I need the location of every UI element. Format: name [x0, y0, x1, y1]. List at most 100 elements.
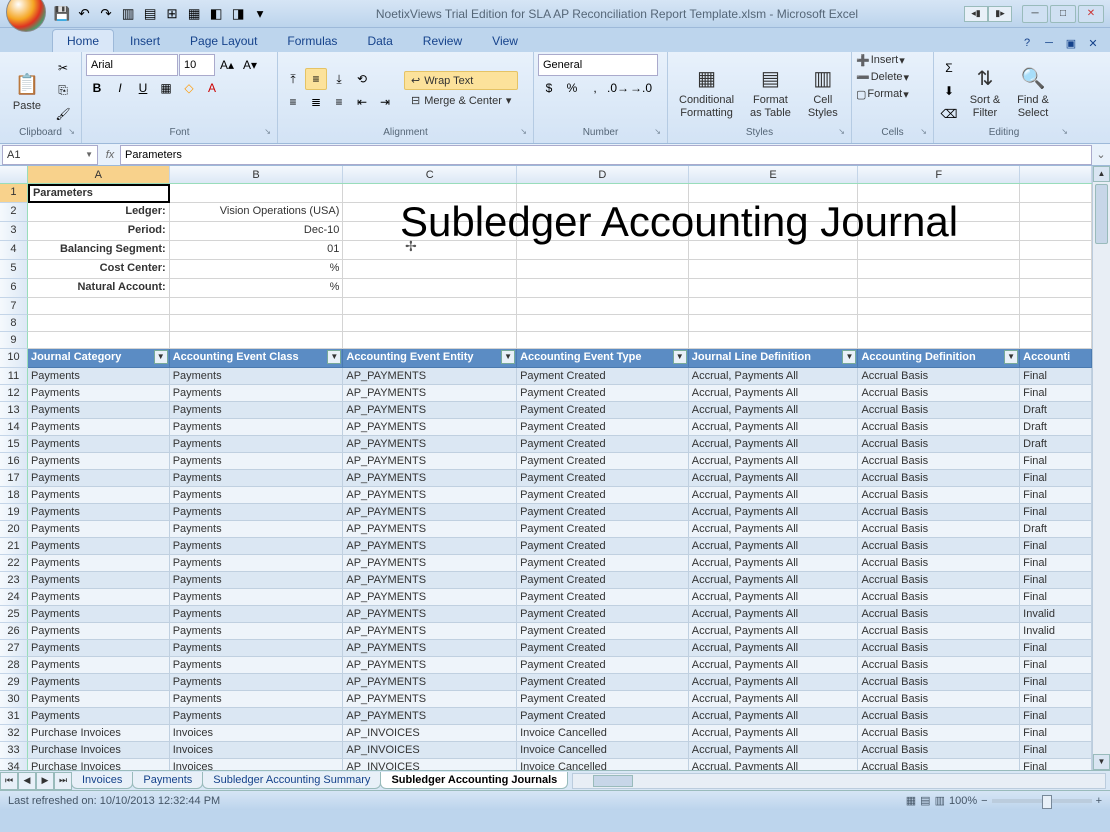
orientation-icon[interactable]: ⟲: [351, 68, 373, 90]
cell[interactable]: [689, 279, 859, 298]
first-sheet-icon[interactable]: ⏮: [0, 772, 18, 790]
table-cell[interactable]: Payments: [28, 572, 170, 589]
cell[interactable]: [343, 222, 517, 241]
undo-icon[interactable]: ↶: [74, 4, 94, 24]
next-sheet-icon[interactable]: ▶: [36, 772, 54, 790]
row-header[interactable]: 12: [0, 385, 28, 402]
cell[interactable]: [689, 203, 859, 222]
sheet-tab[interactable]: Subledger Accounting Summary: [202, 772, 381, 789]
table-cell[interactable]: Accrual Basis: [858, 606, 1020, 623]
table-cell[interactable]: AP_PAYMENTS: [343, 691, 517, 708]
close-button[interactable]: ✕: [1078, 5, 1104, 23]
close-workbook-icon[interactable]: ✕: [1084, 34, 1102, 52]
bold-button[interactable]: B: [86, 77, 108, 99]
addin-prev-icon[interactable]: ◂▮: [964, 6, 988, 22]
redo-icon[interactable]: ↷: [96, 4, 116, 24]
row-header[interactable]: 1: [0, 184, 28, 203]
table-cell[interactable]: Purchase Invoices: [28, 742, 170, 759]
table-cell[interactable]: Payment Created: [517, 589, 689, 606]
cell[interactable]: [170, 184, 344, 203]
table-cell[interactable]: Payments: [170, 453, 344, 470]
table-cell[interactable]: Accrual Basis: [858, 436, 1020, 453]
sheet-tab[interactable]: Subledger Accounting Journals: [380, 772, 568, 789]
fill-color-icon[interactable]: ◇: [178, 77, 200, 99]
row-header[interactable]: 34: [0, 759, 28, 770]
cell[interactable]: [858, 298, 1020, 315]
cell[interactable]: [1020, 279, 1092, 298]
cell[interactable]: [689, 298, 859, 315]
table-cell[interactable]: Payments: [170, 538, 344, 555]
table-cell[interactable]: Final: [1020, 487, 1092, 504]
table-cell[interactable]: Payments: [170, 487, 344, 504]
table-cell[interactable]: Payment Created: [517, 487, 689, 504]
hscroll-thumb[interactable]: [593, 775, 633, 787]
comma-icon[interactable]: ,: [584, 77, 606, 99]
qat-btn-5[interactable]: ◧: [206, 4, 226, 24]
zoom-slider[interactable]: [992, 799, 1092, 803]
row-header[interactable]: 29: [0, 674, 28, 691]
tab-home[interactable]: Home: [52, 29, 114, 52]
table-cell[interactable]: Accrual, Payments All: [689, 759, 859, 770]
table-cell[interactable]: Payment Created: [517, 419, 689, 436]
cell[interactable]: [343, 260, 517, 279]
table-cell[interactable]: Payments: [170, 691, 344, 708]
restore-window-icon[interactable]: ▣: [1062, 34, 1080, 52]
table-cell[interactable]: Final: [1020, 674, 1092, 691]
table-cell[interactable]: Accrual, Payments All: [689, 572, 859, 589]
scroll-down-icon[interactable]: ▼: [1093, 754, 1110, 770]
row-header[interactable]: 26: [0, 623, 28, 640]
tab-review[interactable]: Review: [409, 30, 476, 52]
row-header[interactable]: 19: [0, 504, 28, 521]
table-header[interactable]: Accounting Event Type▼: [517, 349, 689, 368]
table-cell[interactable]: Accrual Basis: [858, 572, 1020, 589]
cell[interactable]: [517, 279, 689, 298]
sheet-tab[interactable]: Payments: [132, 772, 203, 789]
clear-icon[interactable]: ⌫: [938, 103, 960, 125]
minimize-button[interactable]: ─: [1022, 5, 1048, 23]
table-cell[interactable]: Accrual Basis: [858, 385, 1020, 402]
cell-styles-button[interactable]: ▥Cell Styles: [800, 59, 846, 121]
table-cell[interactable]: AP_INVOICES: [343, 759, 517, 770]
table-cell[interactable]: Accrual Basis: [858, 691, 1020, 708]
cell[interactable]: [170, 298, 344, 315]
wrap-text-button[interactable]: ↩Wrap Text: [404, 71, 518, 90]
table-cell[interactable]: Invoices: [170, 725, 344, 742]
qat-btn-1[interactable]: ▥: [118, 4, 138, 24]
cell[interactable]: Balancing Segment:: [28, 241, 170, 260]
table-cell[interactable]: Payments: [28, 470, 170, 487]
table-header[interactable]: Accounting Event Class▼: [170, 349, 344, 368]
table-cell[interactable]: Payments: [170, 436, 344, 453]
fx-icon[interactable]: fx: [100, 149, 120, 161]
table-cell[interactable]: Payments: [28, 555, 170, 572]
row-header[interactable]: 6: [0, 279, 28, 298]
col-header-a[interactable]: A: [28, 166, 170, 183]
table-cell[interactable]: Draft: [1020, 419, 1092, 436]
table-cell[interactable]: Final: [1020, 742, 1092, 759]
currency-icon[interactable]: $: [538, 77, 560, 99]
cell[interactable]: [28, 332, 170, 349]
view-normal-icon[interactable]: ▦: [906, 794, 916, 807]
zoom-level[interactable]: 100%: [949, 795, 977, 807]
table-cell[interactable]: Payments: [170, 368, 344, 385]
decrease-decimal-icon[interactable]: →.0: [630, 77, 652, 99]
table-cell[interactable]: Payment Created: [517, 538, 689, 555]
qat-btn-6[interactable]: ◨: [228, 4, 248, 24]
table-cell[interactable]: Payment Created: [517, 453, 689, 470]
increase-decimal-icon[interactable]: .0→: [607, 77, 629, 99]
table-cell[interactable]: Payment Created: [517, 521, 689, 538]
table-cell[interactable]: Purchase Invoices: [28, 759, 170, 770]
row-header[interactable]: 31: [0, 708, 28, 725]
table-cell[interactable]: Payments: [28, 453, 170, 470]
cell[interactable]: [170, 315, 344, 332]
table-cell[interactable]: AP_PAYMENTS: [343, 453, 517, 470]
table-cell[interactable]: AP_PAYMENTS: [343, 606, 517, 623]
table-cell[interactable]: AP_PAYMENTS: [343, 368, 517, 385]
table-header[interactable]: Accounting Definition▼: [858, 349, 1020, 368]
cell[interactable]: Ledger:: [28, 203, 170, 222]
table-cell[interactable]: Payments: [28, 504, 170, 521]
cell[interactable]: [1020, 203, 1092, 222]
qat-btn-3[interactable]: ⊞: [162, 4, 182, 24]
table-cell[interactable]: AP_PAYMENTS: [343, 402, 517, 419]
cell[interactable]: [517, 332, 689, 349]
table-cell[interactable]: Accrual, Payments All: [689, 606, 859, 623]
